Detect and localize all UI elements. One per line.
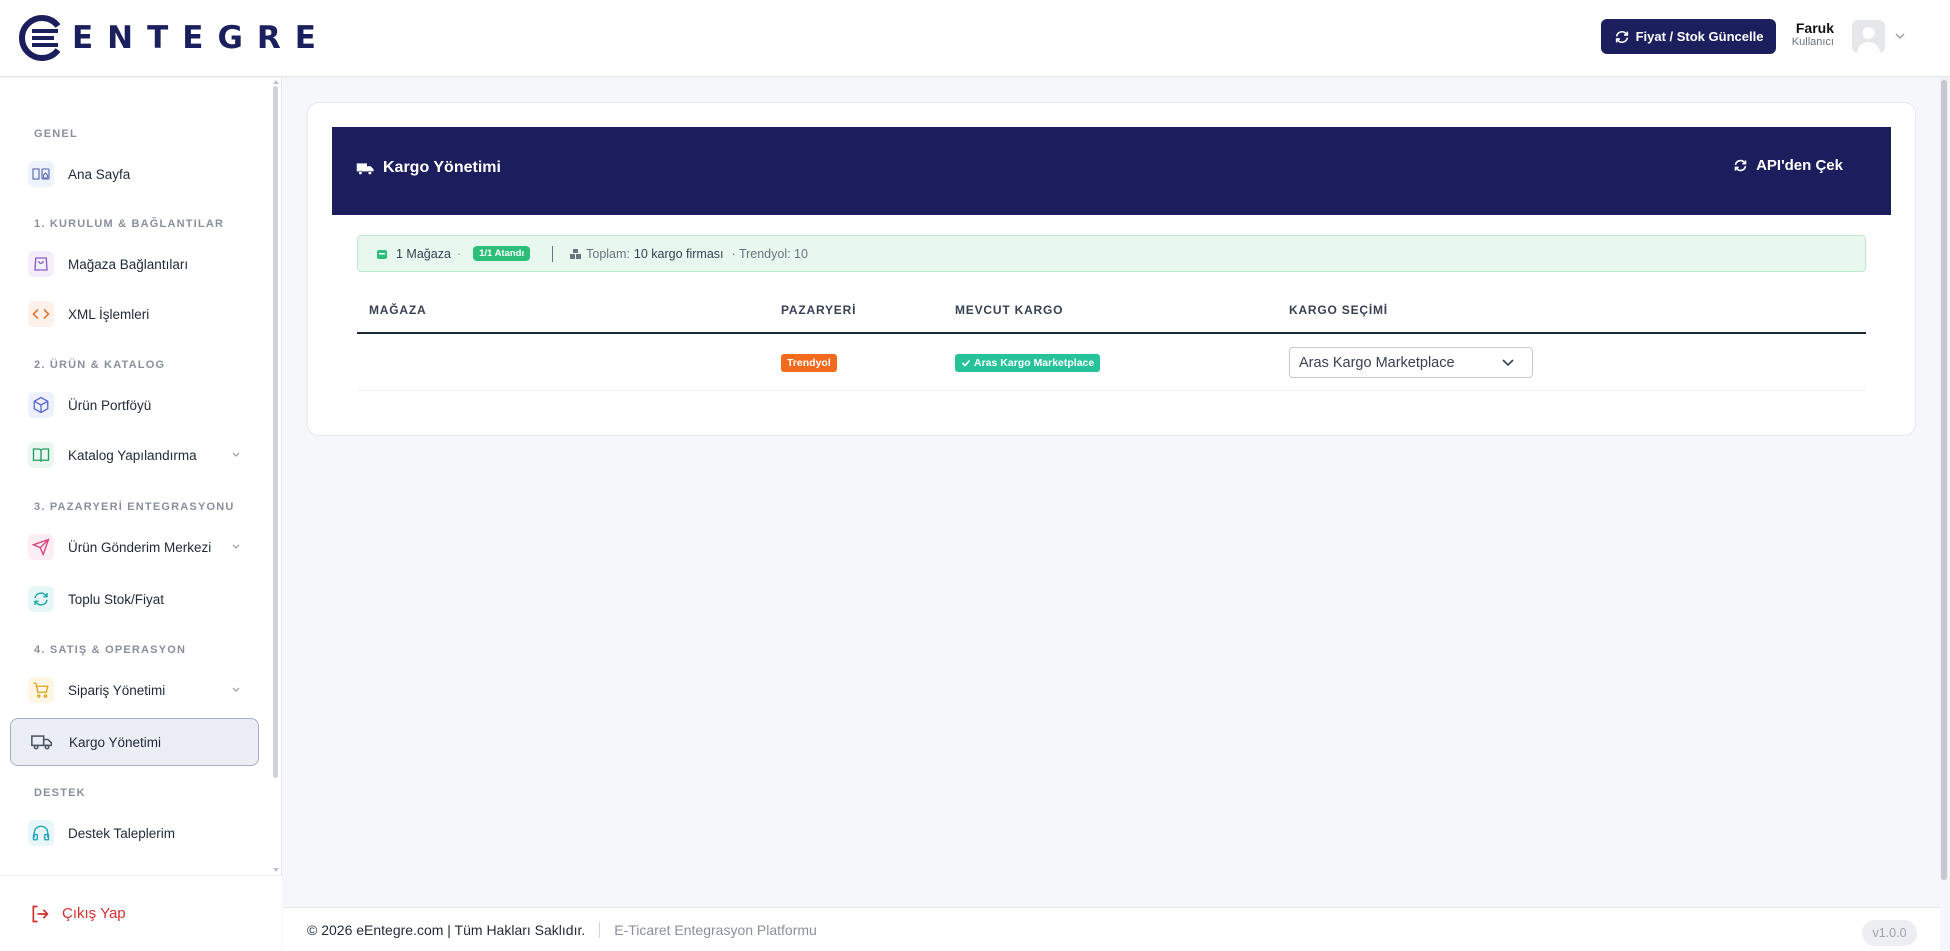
sidebar-item-label: Toplu Stok/Fiyat (68, 591, 165, 607)
check-icon (961, 359, 971, 367)
sidebar-item-label: Mağaza Bağlantıları (68, 256, 189, 272)
top-bar: ENTEGRE Fiyat / Stok Güncelle Faruk Kull… (0, 0, 1950, 77)
section-marketplace: 3. PAZARYERİ ENTEGRASYONU (34, 501, 235, 513)
refresh-icon (28, 586, 54, 612)
current-cargo-label: Aras Kargo Marketplace (974, 357, 1095, 369)
marketplace-badge: Trendyol (781, 354, 837, 372)
user-name: Faruk (1795, 20, 1834, 36)
dot-separator: · (456, 246, 462, 261)
scroll-down-icon[interactable] (272, 866, 280, 874)
truck-icon (29, 729, 55, 755)
fetch-from-api-label: API'den Çek (1756, 157, 1843, 174)
panel-header: Kargo Yönetimi API'den Çek (332, 127, 1891, 215)
column-header-store: MAĞAZA (369, 303, 427, 317)
version-badge: v1.0.0 (1862, 920, 1917, 946)
section-setup: 1. KURULUM & BAĞLANTILAR (34, 218, 225, 230)
sidebar-item-label: Ürün Gönderim Merkezi (68, 539, 212, 555)
refresh-icon (1615, 30, 1628, 43)
section-product: 2. ÜRÜN & KATALOG (34, 359, 166, 371)
chevron-down-icon (232, 452, 240, 457)
cargo-table: MAĞAZA PAZARYERİ MEVCUT KARGO KARGO SEÇİ… (357, 291, 1866, 391)
sidebar-item-home[interactable]: Ana Sayfa (10, 150, 259, 198)
sidebar-item-label: Ürün Portföyü (68, 397, 152, 413)
refresh-icon (1734, 159, 1747, 172)
row-divider (357, 390, 1866, 391)
boxes-icon (570, 248, 582, 259)
truck-icon (356, 162, 374, 175)
platform-text: E-Ticaret Entegrasyon Platformu (614, 921, 817, 938)
trendyol-count: · Trendyol: 10 (731, 246, 808, 261)
sidebar-item-label: Sipariş Yönetimi (68, 682, 166, 698)
divider (552, 245, 554, 262)
section-general: GENEL (34, 128, 78, 140)
box-icon (28, 392, 54, 418)
column-header-current-cargo: MEVCUT KARGO (955, 303, 1064, 317)
chevron-down-icon[interactable] (1894, 30, 1906, 42)
cart-icon (28, 677, 54, 703)
sidebar-item-label: Ana Sayfa (68, 166, 131, 182)
sidebar-item-label: Kargo Yönetimi (69, 734, 162, 750)
logo[interactable]: ENTEGRE (18, 12, 330, 64)
chevron-down-icon (232, 544, 240, 549)
sidebar-item-store-connections[interactable]: Mağaza Bağlantıları (10, 240, 259, 288)
chevron-down-icon (1502, 359, 1514, 367)
sidebar-item-catalog[interactable]: Katalog Yapılandırma (10, 431, 259, 479)
cargo-select-value: Aras Kargo Marketplace (1299, 354, 1455, 371)
panel-title-text: Kargo Yönetimi (383, 159, 501, 176)
sidebar-item-orders[interactable]: Sipariş Yönetimi (10, 666, 259, 714)
summary-bar: 1 Mağaza · 1/1 Atandı Toplam: 10 kargo f… (357, 235, 1866, 272)
chevron-down-icon (232, 687, 240, 692)
footer: © 2026 eEntegre.com | Tüm Hakları Saklıd… (283, 907, 1940, 951)
user-info[interactable]: Faruk Kullanıcı (1786, 20, 1834, 48)
current-cargo-badge: Aras Kargo Marketplace (955, 354, 1101, 372)
book-icon (28, 442, 54, 468)
fetch-from-api-button[interactable]: API'den Çek (1733, 157, 1843, 174)
send-icon (28, 534, 54, 560)
headphones-icon (28, 820, 54, 846)
sidebar-item-label: Katalog Yapılandırma (68, 447, 197, 463)
price-stock-update-label: Fiyat / Stok Güncelle (1635, 29, 1764, 44)
header-divider (357, 332, 1866, 334)
column-header-cargo-selection: KARGO SEÇİMİ (1289, 303, 1388, 317)
logout-label: Çıkış Yap (62, 905, 126, 922)
total-label: Toplam: (586, 246, 630, 261)
logo-mark-icon (18, 14, 66, 62)
sidebar-scrollbar[interactable] (273, 86, 278, 778)
sidebar-item-cargo[interactable]: Kargo Yönetimi (10, 718, 259, 766)
footer-divider (599, 921, 601, 938)
section-sales: 4. SATIŞ & OPERASYON (34, 644, 187, 656)
sidebar-item-label: Destek Taleplerim (68, 825, 176, 841)
logo-text: ENTEGRE (72, 20, 330, 56)
sidebar-item-label: XML İşlemleri (68, 306, 150, 322)
price-stock-update-button[interactable]: Fiyat / Stok Güncelle (1601, 19, 1776, 54)
sidebar-item-sending-center[interactable]: Ürün Gönderim Merkezi (10, 523, 259, 571)
sidebar-item-xml[interactable]: XML İşlemleri (10, 290, 259, 338)
logout-icon (32, 905, 49, 922)
copyright-text: © 2026 eEntegre.com | Tüm Hakları Saklıd… (307, 921, 586, 938)
main-scrollbar[interactable] (1941, 80, 1947, 880)
sidebar-item-support[interactable]: Destek Taleplerim (10, 809, 259, 857)
code-icon (28, 301, 54, 327)
column-header-marketplace: PAZARYERİ (781, 303, 857, 317)
assigned-badge: 1/1 Atandı (473, 246, 531, 261)
section-support: DESTEK (34, 787, 86, 799)
home-icon (28, 161, 54, 187)
logout-button[interactable]: Çıkış Yap (0, 875, 282, 951)
sidebar-item-portfolio[interactable]: Ürün Portföyü (10, 381, 259, 429)
store-icon (377, 249, 387, 259)
panel-title: Kargo Yönetimi (356, 159, 501, 177)
user-role: Kullanıcı (1791, 36, 1834, 48)
cargo-select[interactable]: Aras Kargo Marketplace (1289, 347, 1533, 378)
shopping-bag-icon (28, 251, 54, 277)
total-value: 10 kargo firması (633, 246, 724, 261)
sidebar-item-bulk-stock[interactable]: Toplu Stok/Fiyat (10, 575, 259, 623)
scroll-up-icon[interactable] (272, 78, 280, 86)
store-count: 1 Mağaza (396, 246, 451, 261)
avatar[interactable] (1852, 20, 1885, 53)
